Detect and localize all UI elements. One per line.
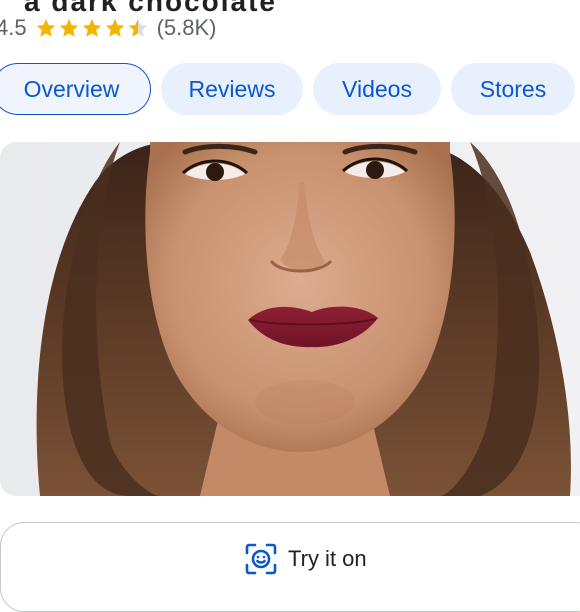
face-scan-icon [245,543,277,575]
tab-reviews[interactable]: Reviews [161,63,303,115]
rating-stars [35,17,149,39]
rating-value: 4.5 [0,15,27,40]
star-half-icon [128,18,147,37]
tab-stores[interactable]: Stores [451,63,575,115]
star-full-icon [59,18,78,37]
star-full-icon [36,18,55,37]
product-tabs: Overview Reviews Videos Stores [0,63,575,115]
model-face-illustration [0,142,580,496]
try-on-button[interactable]: Try it on [244,541,367,577]
try-on-label: Try it on [288,546,367,571]
star-full-icon [105,18,124,37]
star-full-icon [82,18,101,37]
rating-row[interactable]: 4.5 (5.8K) [0,14,217,42]
tab-overview[interactable]: Overview [0,63,151,115]
tab-videos[interactable]: Videos [313,63,441,115]
rating-count[interactable]: (5.8K) [157,15,217,41]
product-model-photo[interactable] [0,142,580,496]
